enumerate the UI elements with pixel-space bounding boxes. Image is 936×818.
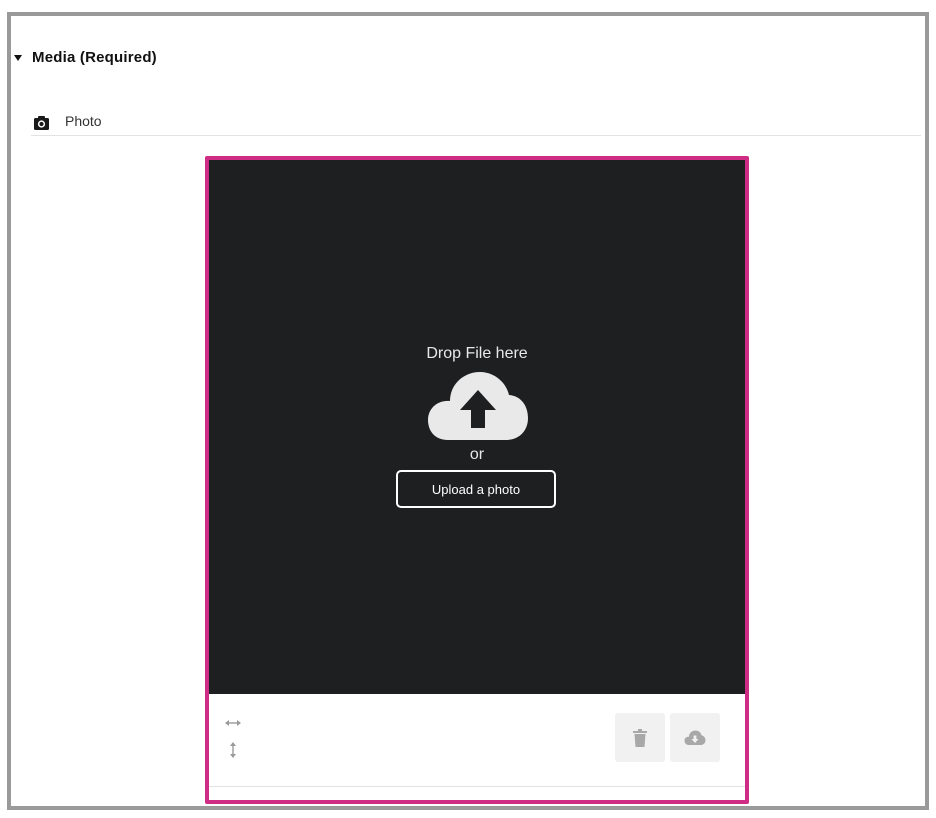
camera-icon <box>34 115 49 130</box>
media-section-toggle[interactable]: Media (Required) <box>14 49 157 66</box>
upload-photo-button[interactable]: Upload a photo <box>396 470 556 508</box>
photo-label: Photo <box>65 113 102 129</box>
drop-zone[interactable]: Drop File here or Upload a photo <box>209 160 745 694</box>
trash-icon <box>633 728 647 747</box>
cloud-download-icon <box>684 730 706 745</box>
photo-uploader: Drop File here or Upload a photo <box>205 156 749 804</box>
uploader-toolbar <box>209 694 745 787</box>
arrows-vertical-icon[interactable] <box>229 742 237 758</box>
cloud-upload-icon <box>428 372 528 440</box>
drop-file-text: Drop File here <box>426 345 528 362</box>
or-text: or <box>469 446 485 463</box>
media-panel: Media (Required) Photo Drop File here or… <box>7 12 929 810</box>
photo-field-header: Photo <box>31 110 921 136</box>
download-photo-button[interactable] <box>670 713 720 762</box>
section-title: Media (Required) <box>32 49 157 66</box>
arrows-horizontal-icon[interactable] <box>225 718 241 728</box>
delete-photo-button[interactable] <box>615 713 665 762</box>
caret-down-icon <box>14 55 22 61</box>
